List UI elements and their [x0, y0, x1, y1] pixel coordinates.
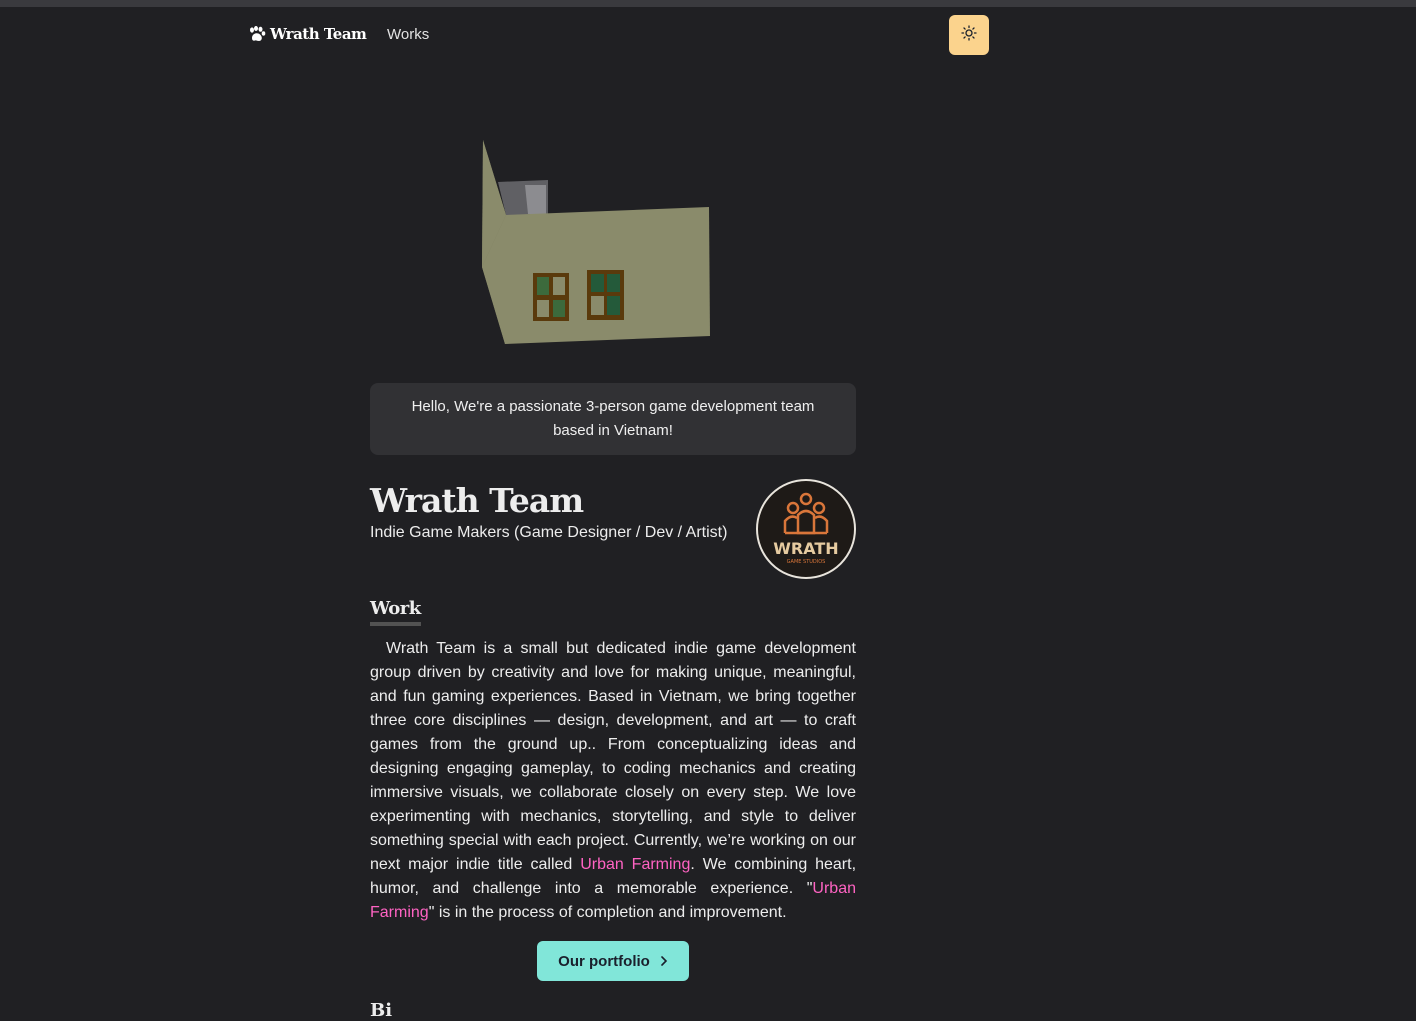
work-paragraph: Wrath Team is a small but dedicated indi…	[370, 640, 857, 921]
theme-toggle-button[interactable]	[949, 15, 989, 55]
portfolio-button-label: Our portfolio	[558, 952, 650, 970]
browser-top-strip	[0, 0, 1416, 7]
chevron-right-icon	[660, 953, 668, 970]
paw-icon	[248, 26, 266, 42]
3d-house-model[interactable]	[470, 130, 730, 360]
section-heading-work: Work	[370, 598, 421, 626]
avatar: WRATH GAME STUDIOS	[756, 479, 856, 579]
page-subtitle: Indie Game Makers (Game Designer / Dev /…	[370, 524, 728, 541]
avatar-logo-text: WRATH	[773, 539, 838, 558]
nav-link-works[interactable]: Works	[387, 26, 429, 43]
page-title: Wrath Team	[370, 481, 584, 520]
navbar: Wrath Team Works	[0, 7, 1416, 63]
greeting-banner: Hello, We're a passionate 3-person game …	[370, 383, 856, 455]
urban-farming-link[interactable]: Urban Farming	[580, 856, 690, 873]
sun-icon	[961, 25, 977, 45]
portfolio-button[interactable]: Our portfolio	[537, 941, 689, 981]
brand-logo-link[interactable]: Wrath Team	[248, 25, 367, 43]
avatar-logo-subtext: GAME STUDIOS	[787, 559, 826, 565]
section-heading-next: Bi	[370, 1000, 393, 1021]
brand-name: Wrath Team	[270, 25, 367, 43]
